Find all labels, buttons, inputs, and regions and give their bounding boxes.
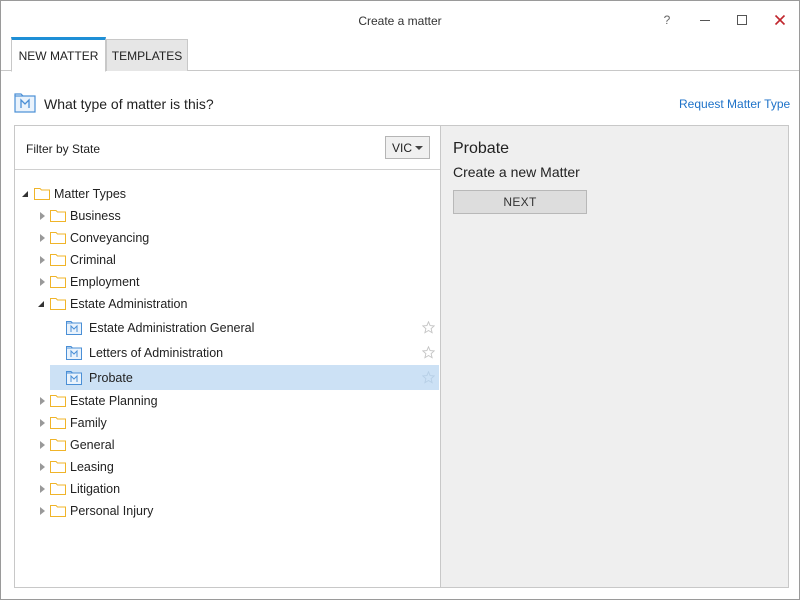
filter-label: Filter by State xyxy=(26,142,101,156)
minimize-button[interactable] xyxy=(693,9,717,31)
folder-icon xyxy=(50,254,66,266)
matter-type-icon xyxy=(66,371,82,385)
matter-type-icon xyxy=(66,321,82,335)
collapsed-arrow-icon[interactable] xyxy=(40,419,45,427)
tree-item-leasing[interactable]: Leasing xyxy=(15,456,440,478)
tab-bar: NEW MATTER TEMPLATES xyxy=(1,37,799,72)
tree-item-label: Leasing xyxy=(70,460,114,474)
collapsed-arrow-icon[interactable] xyxy=(40,397,45,405)
request-matter-type-link[interactable]: Request Matter Type xyxy=(679,97,790,111)
folder-icon xyxy=(50,298,66,310)
tree-item-label: Letters of Administration xyxy=(89,345,224,360)
state-dropdown[interactable]: VIC xyxy=(385,136,430,159)
next-button[interactable]: NEXT xyxy=(453,190,587,214)
folder-icon xyxy=(50,461,66,473)
collapsed-arrow-icon[interactable] xyxy=(40,507,45,515)
folder-icon xyxy=(50,395,66,407)
collapsed-arrow-icon[interactable] xyxy=(40,256,45,264)
tree-root[interactable]: Matter Types xyxy=(15,183,440,205)
folder-icon xyxy=(34,188,50,200)
collapsed-arrow-icon[interactable] xyxy=(40,212,45,220)
folder-icon xyxy=(50,483,66,495)
collapsed-arrow-icon[interactable] xyxy=(40,234,45,242)
tree-item-label: Estate Administration General xyxy=(89,320,255,335)
folder-icon xyxy=(50,439,66,451)
tree-item-label: General xyxy=(70,438,115,452)
maximize-button[interactable] xyxy=(730,9,754,31)
tree-item-estate-administration[interactable]: Estate Administration xyxy=(15,293,440,315)
tab-new-matter[interactable]: NEW MATTER xyxy=(11,37,106,72)
page-title: What type of matter is this? xyxy=(44,96,214,112)
collapsed-arrow-icon[interactable] xyxy=(40,485,45,493)
tab-templates[interactable]: TEMPLATES xyxy=(106,39,188,71)
close-icon xyxy=(774,14,786,26)
close-button[interactable] xyxy=(768,9,792,31)
folder-icon xyxy=(50,417,66,429)
tree-item-label: Business xyxy=(70,209,121,223)
matter-type-icon xyxy=(66,346,82,360)
tree-item-label: Probate xyxy=(89,370,133,385)
tree-root-label: Matter Types xyxy=(54,187,127,201)
minimize-icon xyxy=(700,20,710,21)
collapsed-arrow-icon[interactable] xyxy=(40,463,45,471)
tree-item-business[interactable]: Business xyxy=(15,205,440,227)
chevron-down-icon xyxy=(415,146,423,150)
matter-type-icon xyxy=(14,93,36,113)
tree-item-conveyancing[interactable]: Conveyancing xyxy=(15,227,440,249)
tree-item-label: Conveyancing xyxy=(70,231,150,245)
detail-subtitle: Create a new Matter xyxy=(453,164,580,180)
tree-item-personal-injury[interactable]: Personal Injury xyxy=(15,500,440,522)
star-icon[interactable] xyxy=(422,346,435,359)
folder-icon xyxy=(50,276,66,288)
folder-icon xyxy=(50,505,66,517)
expanded-arrow-icon[interactable] xyxy=(38,301,44,307)
help-button[interactable]: ? xyxy=(655,9,679,31)
matter-type-letters-of-administration[interactable]: Letters of Administration xyxy=(50,340,439,365)
collapsed-arrow-icon[interactable] xyxy=(40,441,45,449)
create-matter-window: Create a matter ? NEW MATTER TEMPLATES W… xyxy=(0,0,800,600)
tree-item-litigation[interactable]: Litigation xyxy=(15,478,440,500)
window-title: Create a matter xyxy=(358,14,442,28)
folder-icon xyxy=(50,210,66,222)
folder-icon xyxy=(50,232,66,244)
matter-type-estate-administration-general[interactable]: Estate Administration General xyxy=(50,315,439,340)
title-bar: Create a matter ? xyxy=(1,1,799,39)
detail-title: Probate xyxy=(453,140,510,157)
tree-item-label: Employment xyxy=(70,275,140,289)
tree-item-label: Estate Administration xyxy=(70,297,188,311)
state-dropdown-value: VIC xyxy=(392,140,413,155)
tree-item-family[interactable]: Family xyxy=(15,412,440,434)
star-icon[interactable] xyxy=(422,321,435,334)
maximize-icon xyxy=(737,15,747,25)
tree-item-label: Estate Planning xyxy=(70,394,158,408)
tree-item-label: Criminal xyxy=(70,253,116,267)
star-icon[interactable] xyxy=(422,371,435,384)
tree-item-estate-planning[interactable]: Estate Planning xyxy=(15,390,440,412)
collapsed-arrow-icon[interactable] xyxy=(40,278,45,286)
tree-item-criminal[interactable]: Criminal xyxy=(15,249,440,271)
matter-type-probate[interactable]: Probate xyxy=(50,365,439,390)
tree-item-label: Litigation xyxy=(70,482,121,496)
tree-item-label: Family xyxy=(70,416,107,430)
matter-detail-panel: Probate Create a new Matter NEXT xyxy=(440,125,789,588)
tree-item-label: Personal Injury xyxy=(70,504,154,518)
tree-item-employment[interactable]: Employment xyxy=(15,271,440,293)
filter-row: Filter by State VIC xyxy=(15,126,440,170)
tree-item-general[interactable]: General xyxy=(15,434,440,456)
matter-type-tree-panel: Filter by State VIC Matter Types Busines… xyxy=(14,125,441,588)
expanded-arrow-icon[interactable] xyxy=(22,191,28,197)
